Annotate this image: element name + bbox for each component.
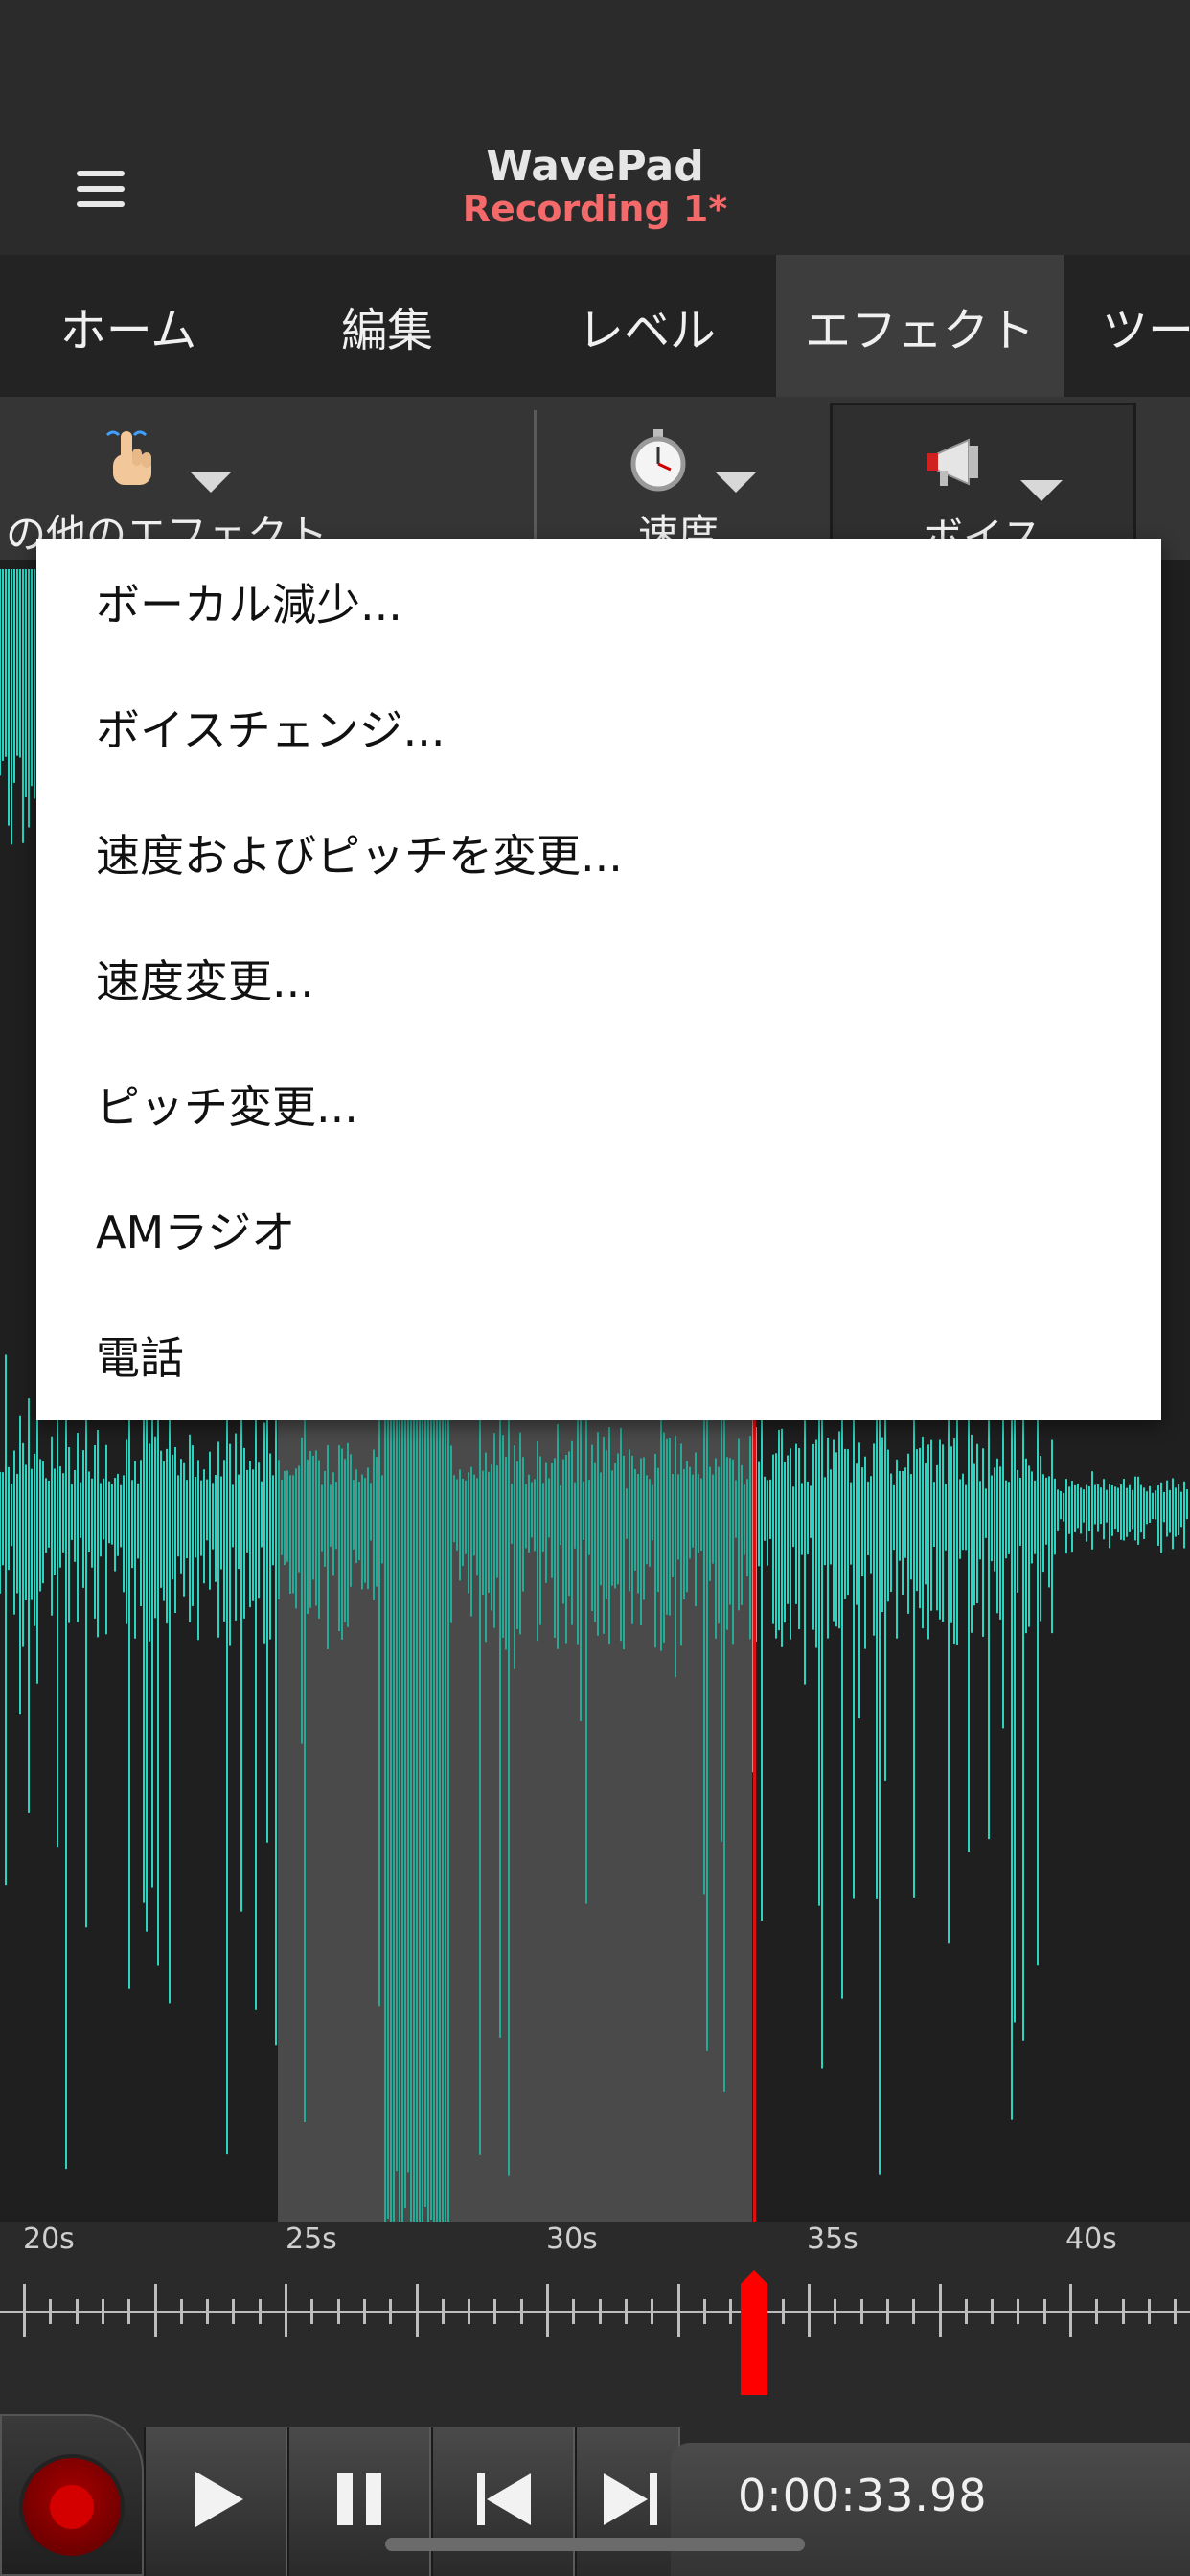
timeline-label: 25s	[286, 2222, 337, 2256]
home-indicator[interactable]	[385, 2538, 805, 2551]
menu-item-telephone[interactable]: 電話	[96, 1292, 1131, 1418]
timeline-tick	[676, 2284, 680, 2337]
timeline-tick	[468, 2299, 471, 2324]
timeline-tick	[101, 2299, 104, 2324]
tab-home[interactable]: ホーム	[0, 255, 257, 397]
chevron-down-icon	[190, 472, 232, 493]
skip-back-icon	[477, 2473, 531, 2525]
timeline-tick	[1147, 2299, 1151, 2324]
timeline-tick	[1121, 2299, 1125, 2324]
timeline-tick	[336, 2299, 340, 2324]
timeline-label: 40s	[1065, 2222, 1117, 2256]
tab-bar: ホーム 編集 レベル エフェクト ツー	[0, 255, 1190, 397]
timeline-tick	[546, 2284, 549, 2337]
effects-toolbar: の他のエフェクト 速度 ボイス	[0, 397, 1190, 561]
timeline-tick	[493, 2299, 497, 2324]
timeline-tick	[258, 2299, 262, 2324]
timeline-tick	[702, 2299, 706, 2324]
menu-item-voice-change[interactable]: ボイスチェンジ...	[96, 664, 1131, 791]
speed-tool[interactable]: 速度	[537, 397, 824, 560]
timeline-tick	[938, 2284, 942, 2337]
timeline-tick	[415, 2284, 419, 2337]
timeline-tick	[781, 2299, 785, 2324]
tab-tools[interactable]: ツー	[1102, 255, 1190, 397]
timeline-tick	[389, 2299, 393, 2324]
timeline-tick	[23, 2284, 26, 2337]
timeline-tick	[285, 2284, 287, 2337]
timeline-tick	[232, 2299, 236, 2324]
voice-tool[interactable]: ボイス	[830, 402, 1136, 561]
timeline-tick	[572, 2299, 576, 2324]
chevron-down-icon	[1020, 480, 1063, 501]
pause-button[interactable]	[287, 2427, 431, 2576]
timeline-tick	[310, 2299, 314, 2324]
timeline-axis	[0, 2311, 1190, 2313]
hand-pointer-icon	[105, 430, 151, 485]
playhead-handle[interactable]	[741, 2270, 767, 2395]
stopwatch-icon	[630, 429, 686, 492]
timeline-tick	[441, 2299, 445, 2324]
timeline-label: 35s	[807, 2222, 858, 2256]
megaphone-icon	[927, 438, 978, 486]
timeline-tick	[179, 2299, 183, 2324]
chevron-down-icon	[715, 472, 757, 493]
app-header: WavePad Recording 1*	[0, 0, 1190, 255]
tab-effects[interactable]: エフェクト	[776, 255, 1064, 397]
menu-item-speed-change[interactable]: 速度変更...	[96, 915, 1131, 1042]
timeline-tick	[729, 2299, 733, 2324]
menu-item-pitch-change[interactable]: ピッチ変更...	[96, 1041, 1131, 1167]
effects-dropdown-menu: ボーカル減少... ボイスチェンジ... 速度およびピッチを変更... 速度変更…	[36, 539, 1161, 1420]
menu-item-speed-pitch[interactable]: 速度およびピッチを変更...	[96, 790, 1131, 916]
timeline-tick	[362, 2299, 366, 2324]
timeline-tick	[1042, 2299, 1046, 2324]
timeline-tick	[49, 2299, 53, 2324]
timeline-tick	[651, 2299, 654, 2324]
pause-icon	[337, 2473, 381, 2525]
timeline-tick	[859, 2299, 863, 2324]
current-time: 0:00:33.98	[738, 2470, 988, 2521]
timeline-tick	[1174, 2299, 1178, 2324]
app-title: WavePad	[486, 142, 704, 191]
skip-forward-icon	[604, 2473, 657, 2525]
timeline-tick	[75, 2299, 79, 2324]
transport-bar: 0:00:33.98	[0, 2414, 1190, 2576]
menu-item-vocal-reduction[interactable]: ボーカル減少...	[96, 539, 1131, 665]
play-button[interactable]	[144, 2427, 287, 2576]
timeline-tick	[1017, 2299, 1020, 2324]
tab-edit[interactable]: 編集	[257, 255, 517, 397]
other-effects-tool[interactable]: の他のエフェクト	[0, 397, 534, 560]
timeline-ruler[interactable]: 20s 25s 30s 35s 40s	[0, 2222, 1190, 2414]
timeline-tick	[127, 2299, 131, 2324]
timeline-tick	[834, 2299, 837, 2324]
record-icon	[50, 2485, 94, 2529]
timeline-tick	[624, 2299, 628, 2324]
timeline-tick	[885, 2299, 889, 2324]
timeline-tick	[912, 2299, 916, 2324]
file-name: Recording 1*	[462, 188, 728, 230]
record-housing	[0, 2414, 144, 2576]
record-button[interactable]	[19, 2454, 125, 2560]
timeline-tick	[598, 2299, 602, 2324]
timeline-tick	[991, 2299, 995, 2324]
timeline-tick	[206, 2299, 210, 2324]
tab-levels[interactable]: レベル	[517, 255, 776, 397]
timeline-tick	[153, 2284, 157, 2337]
timeline-label: 20s	[23, 2222, 75, 2256]
menu-item-am-radio[interactable]: AMラジオ	[96, 1166, 1131, 1293]
skip-back-button[interactable]	[431, 2427, 575, 2576]
play-icon	[195, 2472, 243, 2527]
timeline-tick	[808, 2284, 811, 2337]
timeline-tick	[1069, 2284, 1072, 2337]
skip-forward-button[interactable]	[575, 2427, 680, 2576]
timeline-tick	[519, 2299, 523, 2324]
timeline-label: 30s	[546, 2222, 598, 2256]
timeline-tick	[964, 2299, 968, 2324]
time-display-panel: 0:00:33.98	[671, 2443, 1190, 2576]
timeline-tick	[1095, 2299, 1099, 2324]
